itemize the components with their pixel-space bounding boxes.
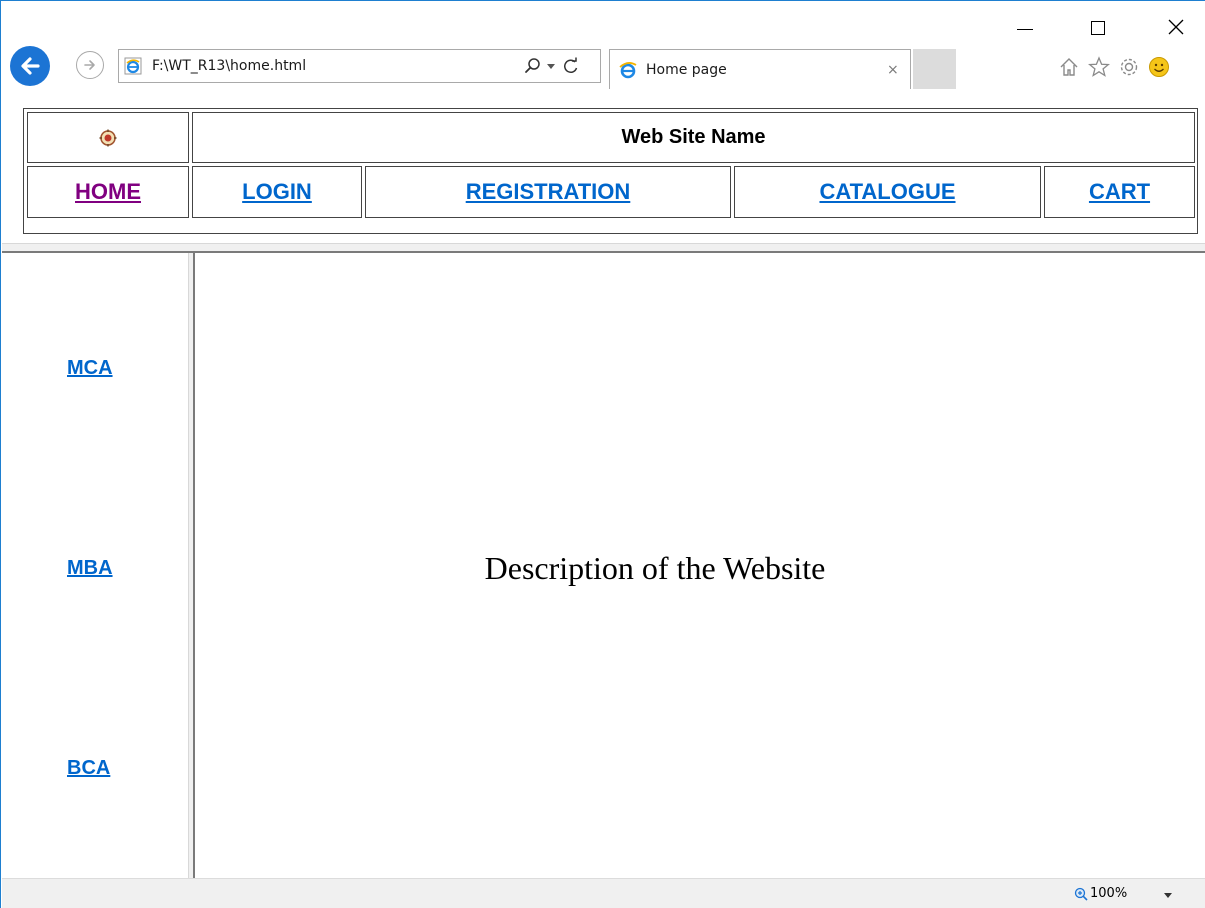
- vertical-frame-border[interactable]: [188, 253, 195, 878]
- side-link-bca[interactable]: BCA: [67, 757, 110, 780]
- website-description: Description of the Website: [484, 550, 826, 586]
- close-icon[interactable]: [1167, 18, 1185, 36]
- nav-link-login[interactable]: LOGIN: [242, 179, 312, 205]
- refresh-icon[interactable]: [562, 57, 580, 75]
- nav-link-catalogue[interactable]: CATALOGUE: [819, 179, 955, 205]
- favorites-star-icon[interactable]: [1088, 56, 1110, 78]
- nav-link-registration[interactable]: REGISTRATION: [466, 179, 631, 205]
- minimize-icon[interactable]: [1017, 29, 1033, 30]
- maximize-icon[interactable]: [1091, 21, 1105, 35]
- home-icon[interactable]: [1058, 56, 1080, 78]
- tab-title: Home page: [646, 62, 727, 78]
- arrow-right-icon: [84, 60, 95, 70]
- ie-page-icon: [124, 57, 142, 75]
- ie-logo-icon: [619, 62, 637, 79]
- nav-link-cart[interactable]: CART: [1089, 179, 1150, 205]
- dropdown-arrow-icon[interactable]: [547, 64, 555, 69]
- logo-cell: [27, 112, 189, 163]
- side-link-mba[interactable]: MBA: [67, 557, 113, 580]
- browser-window: F:\WT_R13\home.html Home page × Web Site…: [0, 0, 1205, 908]
- main-frame: Description of the Website: [195, 255, 1205, 878]
- nav-cell-cart: CART: [1044, 166, 1195, 218]
- tab-home-page[interactable]: Home page ×: [609, 49, 911, 89]
- horizontal-frame-border[interactable]: [2, 243, 1205, 253]
- page-viewport: Web Site Name HOME LOGIN REGISTRATION CA…: [2, 98, 1205, 878]
- address-bar[interactable]: F:\WT_R13\home.html: [118, 49, 601, 83]
- site-name-cell: Web Site Name: [192, 112, 1195, 163]
- nav-cell-login: LOGIN: [192, 166, 362, 218]
- status-bar: 100%: [2, 878, 1205, 908]
- left-frame: MCA MBA BCA: [2, 255, 188, 878]
- arrow-left-icon: [21, 57, 40, 75]
- back-button[interactable]: [10, 46, 50, 86]
- smiley-feedback-icon[interactable]: [1148, 56, 1170, 78]
- zoom-icon[interactable]: [1074, 887, 1088, 901]
- new-tab-button[interactable]: [913, 49, 956, 89]
- nav-cell-catalogue: CATALOGUE: [734, 166, 1041, 218]
- nav-link-home[interactable]: HOME: [75, 179, 141, 205]
- zoom-level[interactable]: 100%: [1090, 886, 1127, 901]
- nav-cell-home: HOME: [27, 166, 189, 218]
- nav-cell-registration: REGISTRATION: [365, 166, 731, 218]
- browser-toolbar: F:\WT_R13\home.html Home page ×: [1, 1, 1205, 97]
- tab-close-button[interactable]: ×: [887, 62, 899, 78]
- side-link-mca[interactable]: MCA: [67, 357, 113, 380]
- address-text[interactable]: F:\WT_R13\home.html: [152, 58, 306, 74]
- site-name: Web Site Name: [621, 126, 766, 148]
- site-logo-icon: [99, 129, 117, 146]
- forward-button[interactable]: [76, 51, 104, 79]
- header-table: Web Site Name HOME LOGIN REGISTRATION CA…: [23, 108, 1198, 234]
- search-icon[interactable]: [524, 57, 542, 75]
- gear-icon[interactable]: [1118, 56, 1140, 78]
- zoom-dropdown-icon[interactable]: [1164, 893, 1172, 898]
